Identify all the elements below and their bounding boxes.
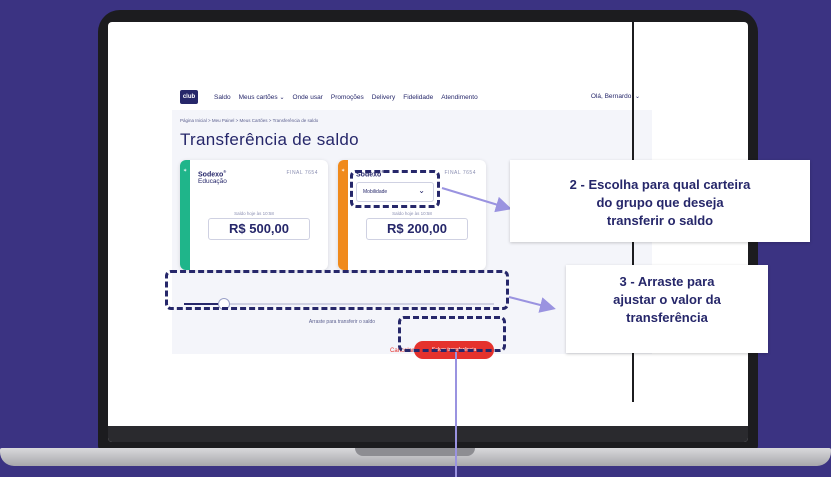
card-final-digits: FINAL 7654 <box>444 170 476 176</box>
logo[interactable]: club <box>180 90 198 104</box>
chevron-down-icon: ⌄ <box>279 94 285 101</box>
callout-step-2-line: 2 - Escolha para qual carteira <box>569 177 751 192</box>
highlight-slider <box>165 270 509 310</box>
balance-amount: R$ 500,00 <box>208 218 310 240</box>
greeting-label: Olá, Bernardo! <box>590 93 634 100</box>
nav-meus-cartoes-label: Meus cartões <box>238 93 278 101</box>
highlight-save-button <box>398 316 506 352</box>
page-title: Transferência de saldo <box>180 130 359 149</box>
star-icon: ✶ <box>183 168 188 174</box>
balance-time: Saldo hoje às 10:58 <box>392 211 432 216</box>
card-final-digits: FINAL 7654 <box>286 170 318 176</box>
balance-amount: R$ 200,00 <box>366 218 468 240</box>
source-card: ✶ Sodexo® Educação FINAL 7654 Saldo hoje… <box>180 160 328 270</box>
callout-step-2-line: transferir o saldo <box>606 213 714 228</box>
nav-items: Saldo Meus cartões ⌄ Onde usar Promoções… <box>214 94 486 101</box>
callout-step-3: 3 - Arraste para ajustar o valor da tran… <box>566 265 768 353</box>
callout-step-2: 2 - Escolha para qual carteira do grupo … <box>510 160 810 242</box>
nav-meus-cartoes[interactable]: Meus cartões ⌄ <box>239 94 285 101</box>
card-subtitle: Educação <box>198 178 227 185</box>
screen-bezel-bottom <box>108 426 748 442</box>
highlight-wallet-select <box>350 170 440 208</box>
star-icon: ✶ <box>341 168 346 174</box>
breadcrumb: Página Inicial > Meu Painel > Meus Cartõ… <box>180 118 319 123</box>
nav-atendimento[interactable]: Atendimento <box>441 94 478 101</box>
chevron-down-icon: ⌄ <box>634 94 640 100</box>
top-nav: club Saldo Meus cartões ⌄ Onde usar Prom… <box>172 84 652 110</box>
card-brand: Sodexo® <box>198 169 227 179</box>
balance-time: Saldo hoje às 10:58 <box>234 211 274 216</box>
callout-step-3-line: 3 - Arraste para <box>619 274 715 289</box>
nav-saldo[interactable]: Saldo <box>214 94 231 101</box>
laptop-notch <box>355 448 475 456</box>
callout-step-2-line: do grupo que deseja <box>596 195 724 210</box>
callout-step-3-line: transferência <box>626 310 708 325</box>
nav-fidelidade[interactable]: Fidelidade <box>403 94 433 101</box>
callout-step-3-line: ajustar o valor da <box>613 292 721 307</box>
nav-promocoes[interactable]: Promoções <box>331 94 364 101</box>
nav-delivery[interactable]: Delivery <box>372 94 395 101</box>
nav-onde-usar[interactable]: Onde usar <box>293 94 323 101</box>
